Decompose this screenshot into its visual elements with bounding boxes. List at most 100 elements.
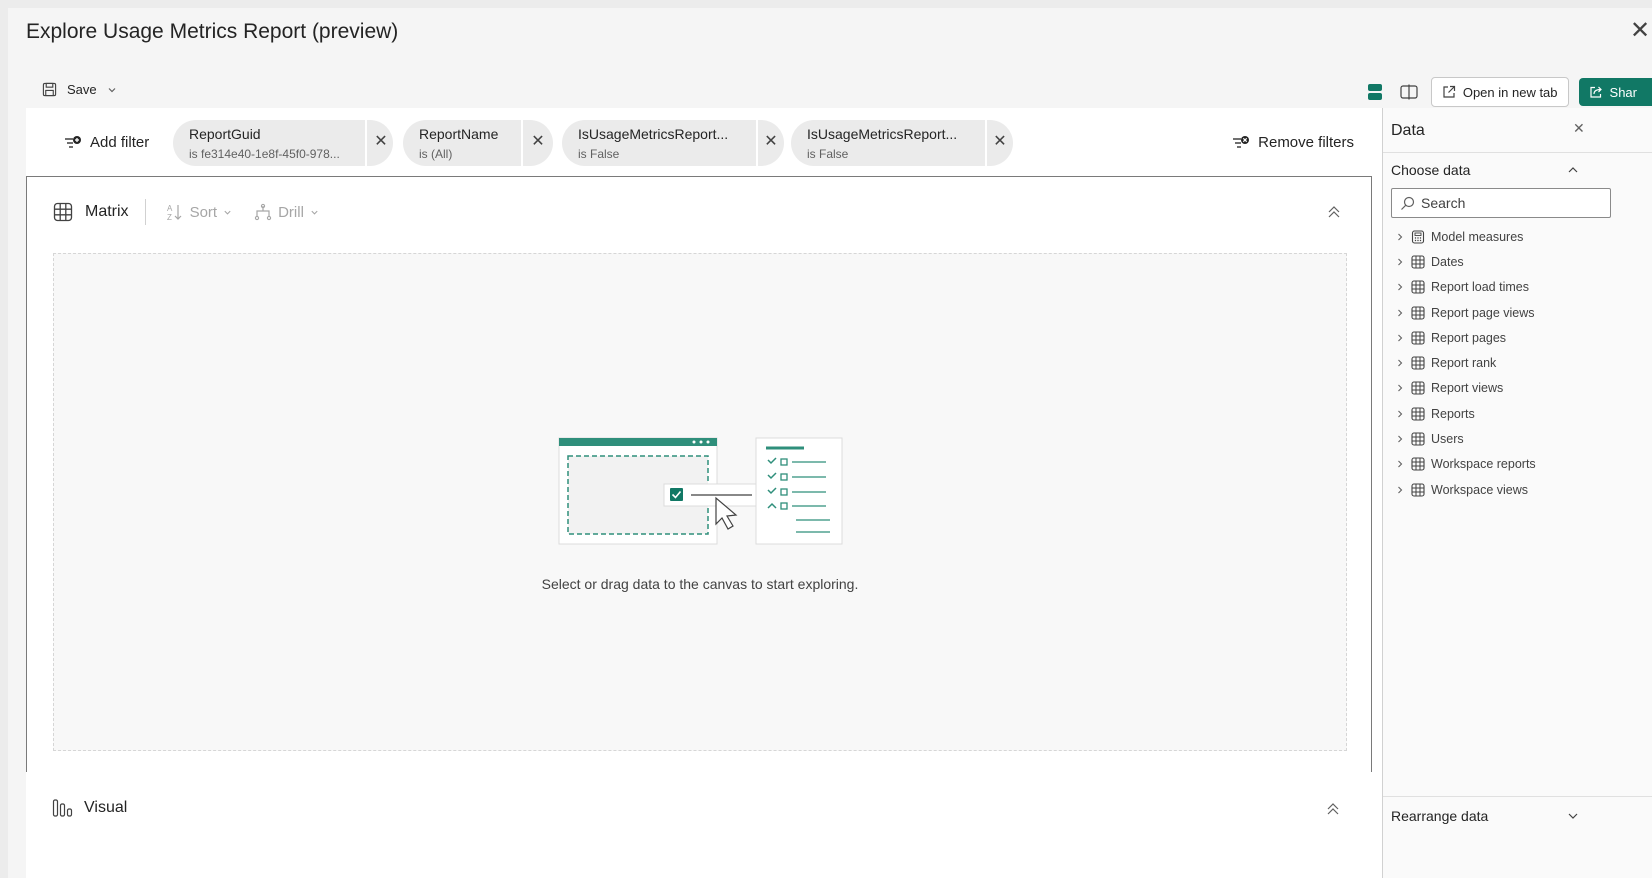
tree-item-label: Model measures xyxy=(1431,229,1524,244)
bar-chart-icon xyxy=(52,799,73,817)
save-icon xyxy=(42,82,57,97)
tree-item-model-measures[interactable]: Model measures xyxy=(1395,224,1536,249)
tree-item-report-views[interactable]: Report views xyxy=(1395,376,1536,401)
tree-item-label: Report load times xyxy=(1431,280,1529,295)
table-icon xyxy=(1411,255,1425,269)
chevron-right-icon[interactable] xyxy=(1395,383,1405,393)
chevron-right-icon[interactable] xyxy=(1395,409,1405,419)
save-button[interactable]: Save xyxy=(42,82,117,97)
open-external-icon xyxy=(1443,85,1455,98)
chevron-down-icon xyxy=(224,210,231,215)
chevron-right-icon[interactable] xyxy=(1395,434,1405,444)
layout-side-by-side-icon[interactable] xyxy=(1397,80,1421,104)
chevron-right-icon[interactable] xyxy=(1395,257,1405,267)
search-placeholder: Search xyxy=(1421,195,1466,211)
close-icon[interactable]: ✕ xyxy=(761,132,781,152)
drill-icon xyxy=(254,203,272,221)
svg-text:Z: Z xyxy=(167,213,172,221)
chevron-right-icon[interactable] xyxy=(1395,358,1405,368)
collapse-icon[interactable] xyxy=(1325,203,1343,221)
toolbar: Save Open in new tab Shar xyxy=(8,72,1652,112)
chevron-right-icon[interactable] xyxy=(1395,459,1405,469)
filter-chip[interactable]: ReportName is (All) ✕ xyxy=(403,120,553,166)
calculator-icon xyxy=(1411,230,1425,244)
sort-button[interactable]: AZ Sort xyxy=(166,203,233,221)
tree-item-users[interactable]: Users xyxy=(1395,426,1536,451)
close-icon[interactable]: ✕ xyxy=(990,132,1010,152)
close-icon[interactable]: ✕ xyxy=(1630,16,1652,46)
close-icon[interactable]: ✕ xyxy=(371,132,391,152)
table-icon xyxy=(1411,407,1425,421)
tree-item-label: Users xyxy=(1431,432,1464,447)
filter-chip[interactable]: ReportGuid is fe314e40-1e8f-45f0-978... … xyxy=(173,120,393,166)
table-icon xyxy=(1411,483,1425,497)
divider xyxy=(144,199,146,225)
tree-item-reports[interactable]: Reports xyxy=(1395,401,1536,426)
filter-chip-value: is False xyxy=(578,147,620,161)
table-icon xyxy=(1411,280,1425,294)
tree-item-workspace-reports[interactable]: Workspace reports xyxy=(1395,452,1536,477)
search-icon xyxy=(1401,196,1415,210)
close-icon[interactable]: ✕ xyxy=(1573,120,1585,137)
chevron-right-icon[interactable] xyxy=(1395,333,1405,343)
table-icon xyxy=(53,202,73,222)
tree-item-label: Reports xyxy=(1431,406,1475,421)
chevron-down-icon[interactable] xyxy=(1567,810,1579,822)
tree-item-report-page-views[interactable]: Report page views xyxy=(1395,300,1536,325)
filter-chip-value: is (All) xyxy=(419,147,453,161)
tree-item-label: Dates xyxy=(1431,254,1464,269)
drill-button[interactable]: Drill xyxy=(254,203,319,221)
filter-bar: Add filter ReportGuid is fe314e40-1e8f-4… xyxy=(26,108,1382,176)
layout-stacked-icon[interactable] xyxy=(1363,80,1387,104)
tree-item-report-rank[interactable]: Report rank xyxy=(1395,350,1536,375)
search-input[interactable]: Search xyxy=(1391,188,1611,218)
tree-item-label: Report rank xyxy=(1431,356,1497,371)
filter-chip[interactable]: IsUsageMetricsReport... is False ✕ xyxy=(562,120,784,166)
chevron-right-icon[interactable] xyxy=(1395,232,1405,242)
empty-canvas-message: Select or drag data to the canvas to sta… xyxy=(541,576,859,592)
chevron-up-icon[interactable] xyxy=(1567,164,1579,176)
open-in-new-tab-button[interactable]: Open in new tab xyxy=(1430,77,1569,107)
filter-chip-value: is False xyxy=(807,147,849,161)
close-icon[interactable]: ✕ xyxy=(528,132,548,152)
table-icon xyxy=(1411,457,1425,471)
add-filter-label: Add filter xyxy=(90,134,150,151)
rearrange-data-header[interactable]: Rearrange data xyxy=(1391,808,1488,824)
visual-type-label[interactable]: Matrix xyxy=(85,203,129,221)
explore-dialog: Explore Usage Metrics Report (preview) ✕… xyxy=(8,8,1652,878)
tree-item-report-load-times[interactable]: Report load times xyxy=(1395,275,1536,300)
table-icon xyxy=(1411,381,1425,395)
collapse-icon[interactable] xyxy=(1324,800,1342,818)
filter-chip-name: ReportName xyxy=(419,126,499,142)
tree-item-dates[interactable]: Dates xyxy=(1395,249,1536,274)
add-filter-button[interactable]: Add filter xyxy=(64,134,149,151)
filter-chip[interactable]: IsUsageMetricsReport... is False ✕ xyxy=(791,120,1013,166)
drill-label: Drill xyxy=(278,203,304,221)
tree-item-report-pages[interactable]: Report pages xyxy=(1395,325,1536,350)
tree-item-workspace-views[interactable]: Workspace views xyxy=(1395,477,1536,502)
visual-header[interactable]: Visual xyxy=(52,798,127,818)
chevron-down-icon[interactable] xyxy=(107,85,117,95)
chevron-right-icon[interactable] xyxy=(1395,282,1405,292)
table-icon xyxy=(1411,432,1425,446)
tree-item-label: Workspace views xyxy=(1431,482,1529,497)
svg-text:A: A xyxy=(167,204,173,213)
explore-main: Add filter ReportGuid is fe314e40-1e8f-4… xyxy=(26,108,1382,878)
table-icon xyxy=(1411,356,1425,370)
chevron-right-icon[interactable] xyxy=(1395,308,1405,318)
matrix-header: Matrix AZ Sort Drill xyxy=(53,199,319,225)
empty-canvas-illustration xyxy=(558,437,843,545)
remove-filters-button[interactable]: Remove filters xyxy=(1232,134,1354,151)
divider xyxy=(1383,796,1652,797)
exploration-canvas[interactable]: Select or drag data to the canvas to sta… xyxy=(53,253,1347,751)
save-label: Save xyxy=(67,82,97,97)
choose-data-header[interactable]: Choose data xyxy=(1391,162,1470,178)
tree-item-label: Report page views xyxy=(1431,305,1535,320)
filter-chip-name: IsUsageMetricsReport... xyxy=(578,126,729,142)
share-button[interactable]: Shar xyxy=(1578,78,1652,106)
data-pane-title: Data xyxy=(1391,122,1425,139)
chevron-right-icon[interactable] xyxy=(1395,485,1405,495)
table-icon xyxy=(1411,305,1425,320)
dialog-title: Explore Usage Metrics Report (preview) xyxy=(26,20,399,43)
filter-remove-icon xyxy=(1233,135,1250,148)
